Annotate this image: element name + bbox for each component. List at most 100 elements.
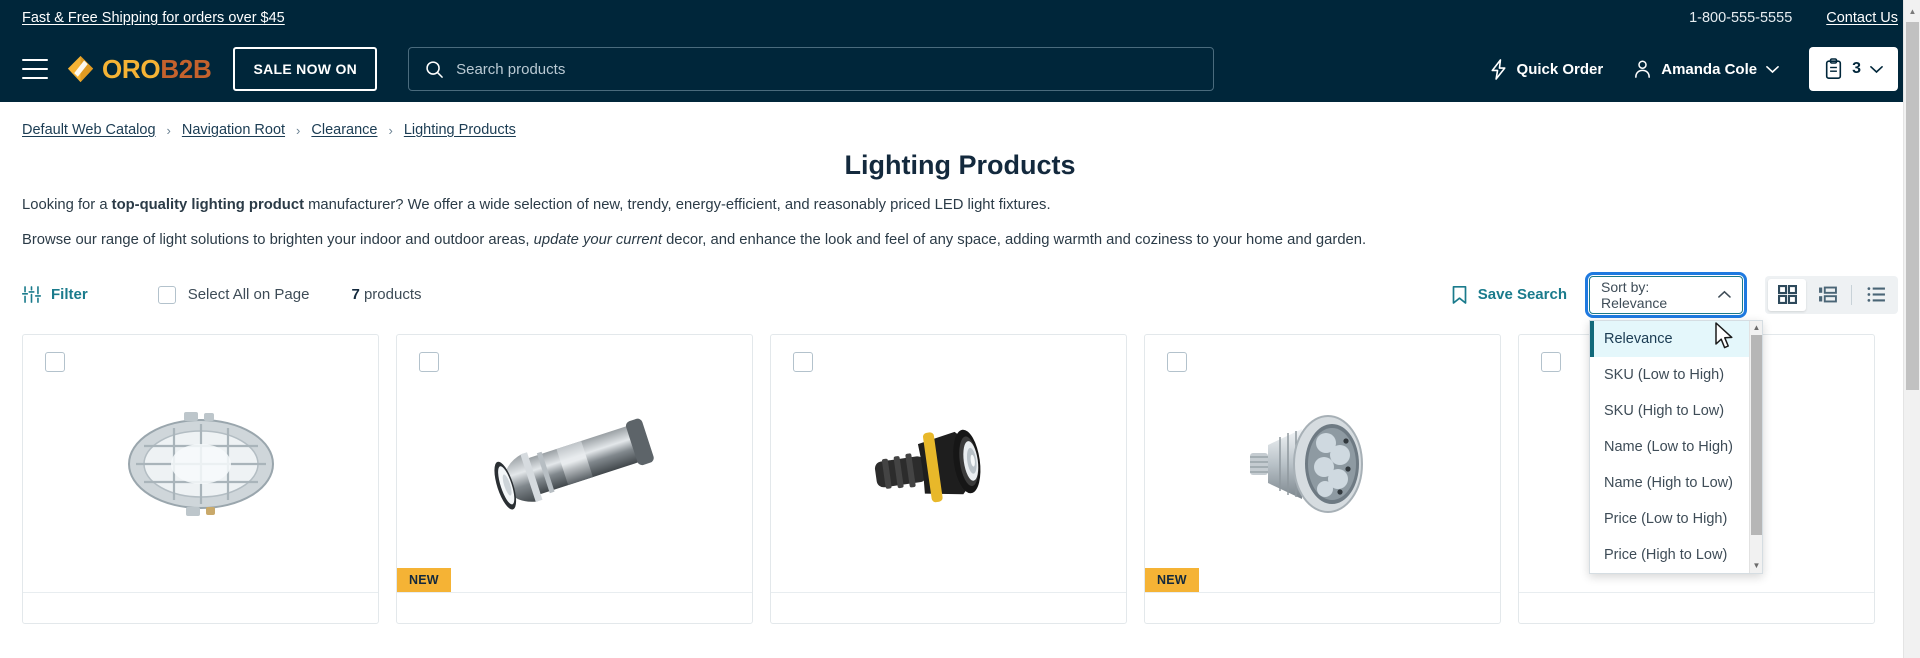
scroll-up-arrow-icon[interactable]: ▲ — [1904, 2, 1920, 20]
sort-option-price-low-high[interactable]: Price (Low to High) — [1590, 501, 1762, 537]
chevron-up-icon — [1718, 291, 1731, 299]
product-badge-new: NEW — [1145, 567, 1199, 592]
card-divider — [1145, 591, 1500, 593]
header-actions: Quick Order Amanda Cole 3 — [1489, 47, 1898, 91]
product-card[interactable]: NEW — [1144, 333, 1501, 624]
product-image — [23, 335, 378, 593]
sale-now-on-button[interactable]: SALE NOW ON — [233, 47, 378, 91]
intro-paragraph-2: Browse our range of light solutions to b… — [22, 230, 1898, 251]
account-menu[interactable]: Amanda Cole — [1633, 59, 1779, 79]
view-mode-divider — [1851, 284, 1852, 305]
search-icon — [426, 60, 443, 78]
page-scrollbar[interactable]: ▲ — [1903, 0, 1920, 658]
scroll-down-arrow-icon[interactable]: ▼ — [1750, 559, 1762, 573]
filter-label: Filter — [51, 286, 88, 304]
clipboard-icon — [1825, 58, 1842, 80]
sort-option-sku-high-low[interactable]: SKU (High to Low) — [1590, 393, 1762, 429]
product-count-word: products — [363, 286, 422, 304]
product-card[interactable]: NEW — [396, 333, 753, 624]
product-card[interactable] — [22, 333, 379, 624]
search-bar[interactable] — [408, 47, 1215, 91]
gallery-view-icon — [1818, 286, 1837, 303]
save-search-label: Save Search — [1477, 286, 1567, 304]
list-view-icon — [1867, 287, 1885, 303]
lightning-bolt-icon — [1491, 58, 1506, 80]
free-shipping-link[interactable]: Fast & Free Shipping for orders over $45 — [22, 10, 285, 26]
filter-icon — [22, 286, 41, 304]
card-divider — [23, 591, 378, 593]
grid-view-icon — [1777, 285, 1797, 305]
sort-value: Relevance — [1601, 294, 1668, 311]
intro-2-italic: update your current — [533, 232, 662, 249]
quick-order-label: Quick Order — [1516, 60, 1604, 78]
breadcrumb-item-2[interactable]: Clearance — [311, 122, 377, 138]
breadcrumb-separator: › — [388, 122, 393, 138]
phone-number: 1-800-555-5555 — [1689, 10, 1793, 26]
breadcrumb-separator: › — [166, 122, 171, 138]
announcement-bar: Fast & Free Shipping for orders over $45… — [0, 0, 1920, 36]
scroll-up-arrow-icon[interactable]: ▲ — [1750, 321, 1762, 335]
select-all-checkbox[interactable] — [157, 285, 176, 304]
site-logo[interactable]: OROB2B — [67, 54, 212, 84]
dropdown-scrollbar[interactable]: ▲ ▼ — [1749, 320, 1762, 573]
dropdown-scrollbar-thumb[interactable] — [1751, 334, 1762, 535]
sort-options-dropdown[interactable]: Relevance SKU (Low to High) SKU (High to… — [1589, 319, 1763, 574]
oval-bulkhead-lamp-icon — [127, 411, 274, 516]
sort-option-relevance[interactable]: Relevance — [1590, 320, 1762, 357]
intro-2-c: decor, and enhance the look and feel of … — [661, 232, 1367, 249]
silver-flashlight-icon — [493, 418, 654, 510]
card-divider — [397, 591, 752, 593]
page-scrollbar-thumb[interactable] — [1906, 22, 1919, 390]
search-input[interactable] — [456, 60, 1198, 78]
product-count-number: 7 — [351, 286, 360, 304]
intro-paragraph-1: Looking for a top-quality lighting produ… — [22, 195, 1898, 216]
breadcrumb-item-3[interactable]: Lighting Products — [404, 122, 516, 138]
product-badge-new: NEW — [397, 567, 451, 592]
select-all-on-page[interactable]: Select All on Page — [157, 285, 310, 304]
breadcrumb-item-0[interactable]: Default Web Catalog — [22, 122, 156, 138]
logo-oro-text: ORO — [102, 54, 161, 84]
breadcrumb-item-1[interactable]: Navigation Root — [182, 122, 285, 138]
user-icon — [1635, 60, 1651, 78]
site-header: OROB2B SALE NOW ON Quick Order Amanda Co… — [0, 36, 1920, 102]
card-divider — [771, 591, 1126, 593]
chevron-down-icon — [1870, 65, 1883, 73]
product-card[interactable] — [770, 333, 1127, 624]
topbar-right: 1-800-555-5555 Contact Us — [1689, 10, 1898, 26]
product-image — [397, 335, 752, 593]
shopping-list-button[interactable]: 3 — [1809, 47, 1898, 91]
page-title: Lighting Products — [844, 150, 1076, 180]
intro-1-bold: top-quality lighting product — [111, 197, 304, 213]
breadcrumb: Default Web Catalog › Navigation Root › … — [0, 102, 1920, 138]
contact-us-link[interactable]: Contact Us — [1826, 10, 1898, 26]
hamburger-menu-icon[interactable] — [22, 59, 48, 79]
sort-option-name-low-high[interactable]: Name (Low to High) — [1590, 429, 1762, 465]
sort-option-price-high-low[interactable]: Price (High to Low) — [1590, 537, 1762, 573]
sort-by-text: Sort by: Relevance — [1601, 279, 1718, 311]
led-spot-bulb-icon — [1249, 414, 1363, 513]
grid-view-button[interactable] — [1768, 278, 1806, 311]
gallery-view-button[interactable] — [1808, 279, 1846, 311]
product-image — [1145, 335, 1500, 593]
chevron-down-icon — [1766, 65, 1779, 73]
sort-option-sku-low-high[interactable]: SKU (Low to High) — [1590, 357, 1762, 393]
intro-1-c: manufacturer? We offer a wide selection … — [304, 197, 1051, 213]
select-all-label: Select All on Page — [187, 286, 310, 304]
breadcrumb-separator: › — [296, 122, 301, 138]
quick-order-button[interactable]: Quick Order — [1489, 58, 1604, 80]
sort-option-name-high-low[interactable]: Name (High to Low) — [1590, 465, 1762, 501]
intro-1-a: Looking for a — [22, 197, 112, 213]
sort-by-select[interactable]: Sort by: Relevance — [1585, 271, 1747, 318]
filter-button[interactable]: Filter — [22, 285, 88, 304]
products-toolbar: Filter Select All on Page 7 products Sav… — [0, 271, 1920, 574]
logo-b2b-text: B2B — [160, 54, 212, 84]
bookmark-icon — [1452, 285, 1467, 304]
card-divider — [1519, 591, 1874, 593]
product-count: 7 products — [351, 286, 421, 303]
save-search-button[interactable]: Save Search — [1451, 285, 1567, 305]
toolbar-right: Save Search Sort by: Relevance Relevance… — [1451, 271, 1898, 574]
list-view-button[interactable] — [1857, 279, 1895, 311]
black-yellow-torch-icon — [874, 429, 980, 503]
view-mode-toggle — [1765, 275, 1898, 314]
logo-wordmark: OROB2B — [102, 54, 212, 84]
